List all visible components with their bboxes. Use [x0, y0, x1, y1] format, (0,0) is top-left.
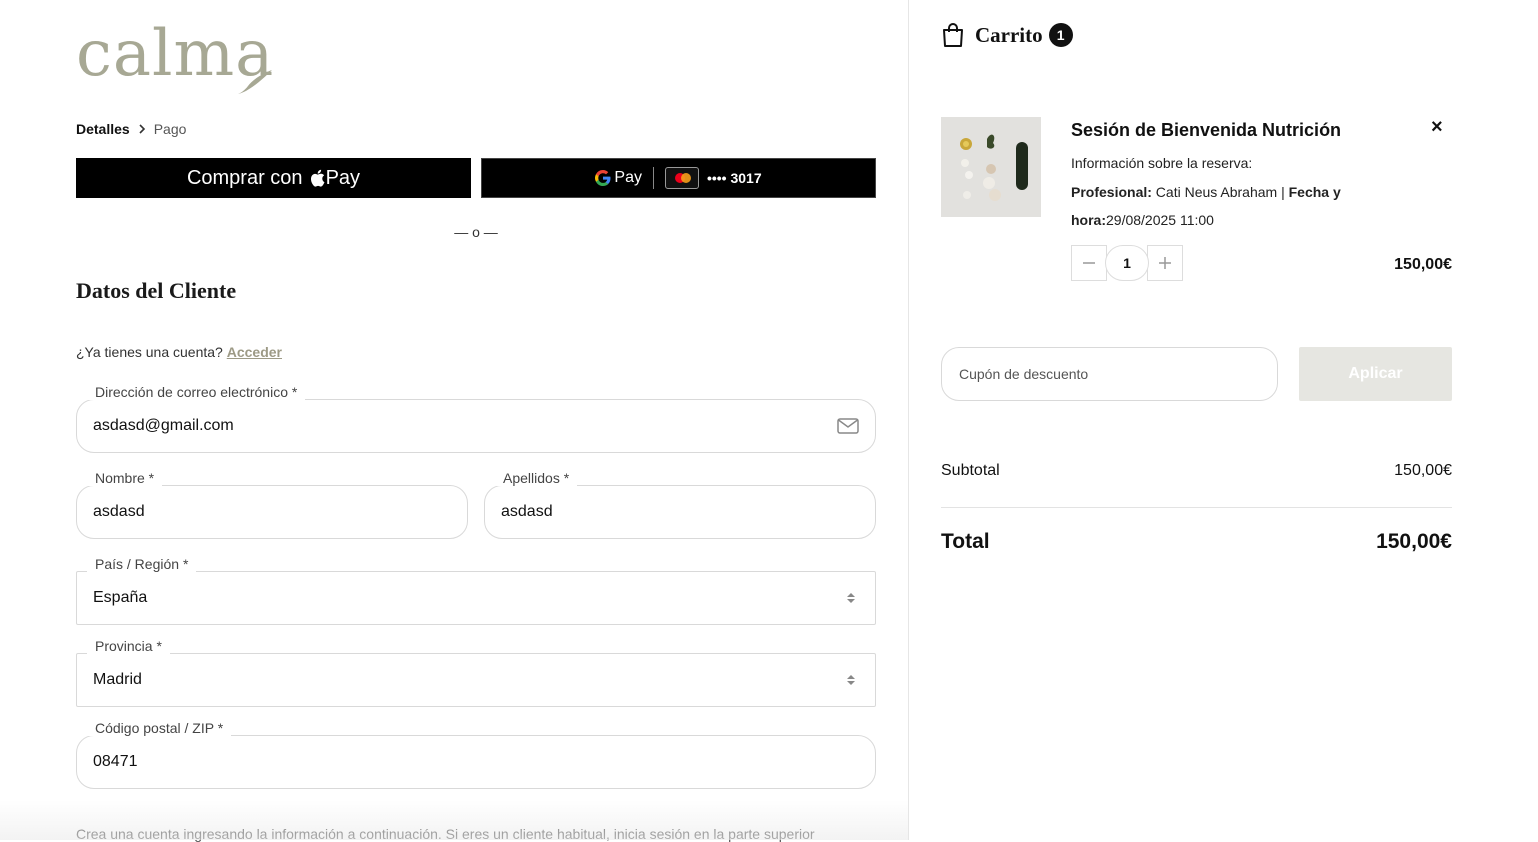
email-field[interactable]: Dirección de correo electrónico * asdasd…	[76, 384, 876, 453]
item-price: 150,00€	[1394, 256, 1452, 273]
google-pay-label: Pay	[614, 169, 642, 186]
google-pay-button[interactable]: Pay •••• 3017	[481, 158, 876, 198]
or-divider: — o —	[454, 224, 498, 240]
product-name: Sesión de Bienvenida Nutrición	[1071, 120, 1342, 140]
calma-logo[interactable]: calma	[76, 14, 276, 100]
account-prompt: ¿Ya tienes una cuenta?	[76, 344, 223, 360]
product-image	[941, 117, 1041, 217]
cart-panel: Carrito 1 Sesión de Bienvenida Nutrición…	[909, 0, 1538, 840]
email-value: asdasd@gmail.com	[93, 417, 234, 434]
province-select[interactable]: Provincia * Madrid	[76, 638, 876, 707]
breadcrumb-details[interactable]: Detalles	[76, 121, 130, 137]
increase-quantity-button[interactable]	[1147, 245, 1183, 281]
last-name-field[interactable]: Apellidos * asdasd	[484, 470, 876, 539]
zip-field[interactable]: Código postal / ZIP * 08471	[76, 720, 876, 789]
login-link[interactable]: Acceder	[227, 344, 282, 360]
apple-pay-button[interactable]: Comprar con Pay	[76, 158, 471, 198]
minus-icon	[1083, 262, 1095, 264]
province-label: Provincia *	[87, 638, 170, 654]
booking-info-title: Información sobre la reserva:	[1071, 155, 1253, 171]
first-name-value: asdasd	[93, 503, 145, 520]
country-value: España	[93, 589, 148, 606]
last-name-label: Apellidos *	[495, 470, 578, 486]
remove-item-icon[interactable]: ×	[1431, 116, 1443, 139]
apply-coupon-button[interactable]: Aplicar	[1299, 347, 1452, 401]
checkout-form-panel: calma Detalles Pago Comprar con Pay Pay	[0, 0, 908, 842]
email-label: Dirección de correo electrónico *	[87, 384, 306, 400]
quantity-value[interactable]: 1	[1105, 245, 1149, 281]
apple-icon	[310, 169, 325, 187]
cart-header: Carrito 1	[941, 22, 1073, 48]
date-value: 29/08/2025 11:00	[1106, 212, 1214, 228]
cart-count-badge: 1	[1048, 23, 1073, 47]
chevron-right-icon	[139, 124, 145, 134]
product-photo	[941, 117, 1041, 217]
zip-label: Código postal / ZIP *	[87, 720, 232, 736]
breadcrumb: Detalles Pago	[76, 121, 186, 137]
subtotal-label: Subtotal	[941, 462, 1000, 479]
account-prompt-line: ¿Ya tienes una cuenta? Acceder	[76, 344, 282, 360]
gpay-separator	[652, 167, 654, 189]
totals-divider	[941, 507, 1452, 508]
select-arrows-icon	[847, 675, 855, 685]
quantity-stepper: 1	[1071, 245, 1183, 281]
professional-value: Cati Neus Abraham |	[1151, 184, 1289, 200]
apple-pay-suffix: Pay	[325, 166, 361, 189]
coupon-input[interactable]: Cupón de descuento	[941, 347, 1278, 401]
customer-section-title: Datos del Cliente	[76, 278, 237, 303]
subtotal-value: 150,00€	[1394, 462, 1452, 479]
last-name-value: asdasd	[501, 503, 553, 520]
card-number-mask: •••• 3017	[706, 170, 762, 186]
select-arrows-icon	[847, 593, 855, 603]
first-name-label: Nombre *	[87, 470, 163, 486]
zip-value: 08471	[93, 753, 138, 770]
plus-icon	[1159, 257, 1171, 269]
google-g-icon	[595, 170, 611, 186]
cart-title: Carrito	[975, 22, 1043, 47]
total-label: Total	[941, 530, 990, 553]
decrease-quantity-button[interactable]	[1071, 245, 1107, 281]
shopping-bag-icon	[943, 23, 963, 47]
google-pay-logo: Pay	[595, 169, 642, 187]
mastercard-icon	[664, 167, 699, 189]
first-name-field[interactable]: Nombre * asdasd	[76, 470, 468, 539]
country-select[interactable]: País / Región * España	[76, 556, 876, 625]
breadcrumb-payment: Pago	[153, 121, 187, 137]
country-label: País / Región *	[87, 556, 197, 572]
apple-pay-prefix: Comprar con	[186, 166, 303, 189]
mail-icon	[837, 418, 859, 434]
province-value: Madrid	[93, 671, 142, 688]
professional-label: Profesional:	[1071, 184, 1152, 200]
leaf-icon	[238, 70, 272, 94]
booking-details: Profesional: Cati Neus Abraham | Fecha y…	[1071, 178, 1371, 234]
total-value: 150,00€	[1376, 530, 1452, 553]
